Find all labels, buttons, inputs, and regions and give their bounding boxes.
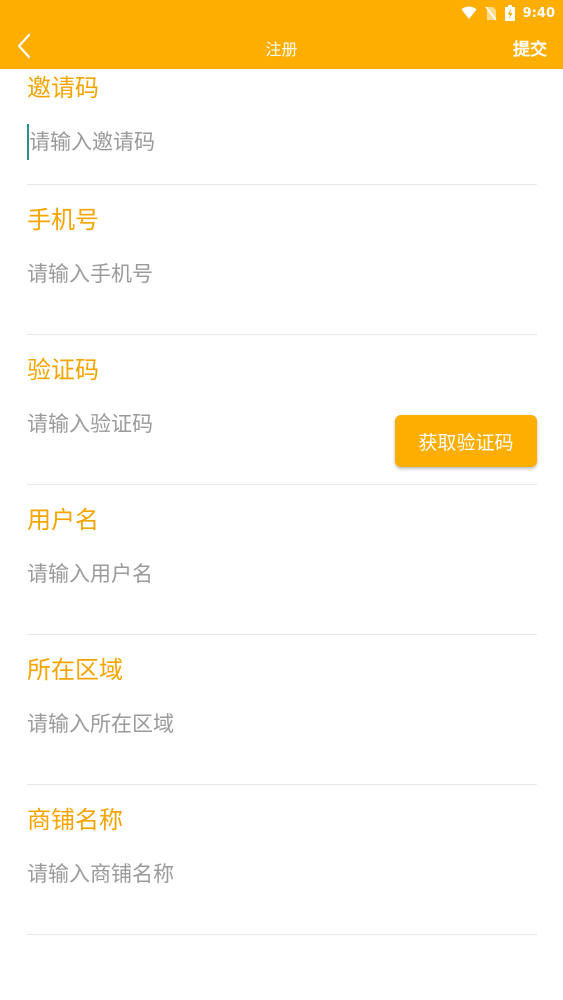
phone-input[interactable] [27, 256, 387, 292]
page-title: 注册 [265, 40, 298, 59]
username-label: 用户名 [27, 506, 99, 534]
region-label: 所在区域 [27, 656, 123, 684]
shop-name-input[interactable] [27, 856, 387, 892]
register-form: 邀请码 手机号 验证码 获取验证码 用户名 所在区域 商铺名称 [0, 69, 563, 935]
verify-code-input[interactable] [27, 406, 387, 442]
invite-code-input[interactable] [27, 124, 387, 160]
field-region: 所在区域 [27, 635, 537, 785]
get-code-button[interactable]: 获取验证码 [395, 415, 537, 467]
status-bar: 9:40 [461, 2, 555, 24]
username-input[interactable] [27, 556, 387, 592]
field-shop-name: 商铺名称 [27, 785, 537, 935]
region-input[interactable] [27, 706, 387, 742]
battery-charging-icon [504, 5, 515, 21]
phone-label: 手机号 [27, 206, 99, 234]
verify-code-label: 验证码 [27, 356, 99, 384]
field-invite-code: 邀请码 [27, 69, 537, 185]
wifi-icon [461, 6, 477, 19]
field-phone: 手机号 [27, 185, 537, 335]
app-bar: 9:40 注册 提交 [0, 0, 563, 69]
status-time: 9:40 [522, 5, 555, 21]
shop-name-label: 商铺名称 [27, 806, 123, 834]
field-verify-code: 验证码 获取验证码 [27, 335, 537, 485]
field-username: 用户名 [27, 485, 537, 635]
invite-code-label: 邀请码 [27, 74, 99, 102]
submit-button[interactable]: 提交 [513, 35, 547, 60]
no-sim-icon [485, 6, 497, 20]
